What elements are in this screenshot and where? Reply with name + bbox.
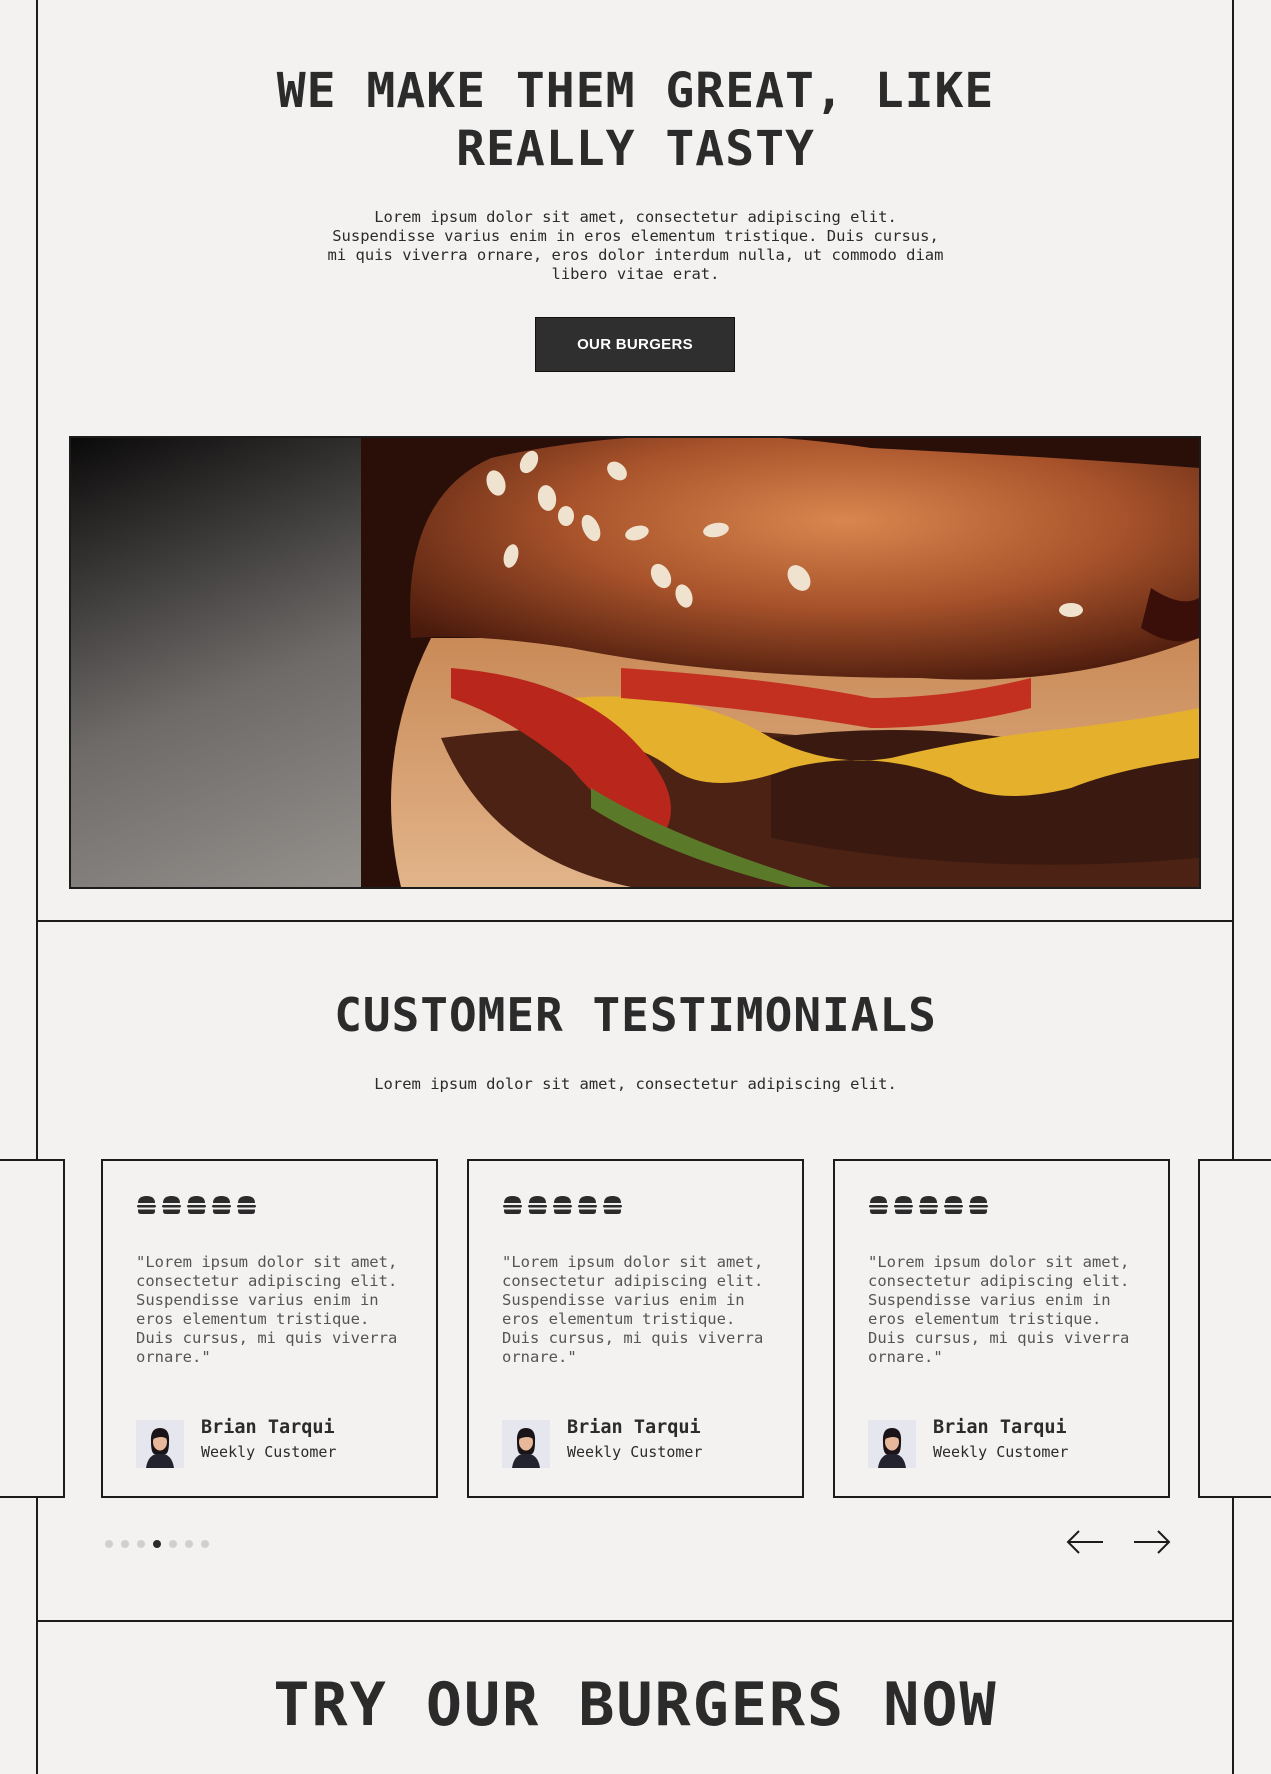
burger-rating-icon [211,1194,232,1216]
testimonial-card: "Lorem ipsum dolor sit amet, consectetur… [833,1159,1170,1498]
testimonial-quote: "Lorem ipsum dolor sit amet, consectetur… [868,1253,1130,1366]
hero-title-line2: REALLY TASTY [456,121,815,177]
customer-role: Weekly Customer [933,1443,1069,1461]
section-divider [36,1620,1234,1622]
cta-title: TRY OUR BURGERS NOW [273,1670,998,1740]
testimonial-card-partial-right [1198,1159,1271,1498]
burger-rating-icon [968,1194,989,1216]
customer-name: Brian Tarqui [201,1417,335,1438]
carousel-pagination [105,1540,209,1548]
rating-stars [502,1194,623,1216]
burger-rating-icon [136,1194,157,1216]
our-burgers-button[interactable]: OUR BURGERS [535,317,735,372]
rating-stars [868,1194,989,1216]
burger-rating-icon [186,1194,207,1216]
customer-name: Brian Tarqui [567,1417,701,1438]
burger-rating-icon [161,1194,182,1216]
testimonials-subtitle: Lorem ipsum dolor sit amet, consectetur … [374,1075,897,1093]
arrow-right-icon[interactable] [1132,1527,1172,1557]
pagination-dot[interactable] [105,1540,113,1548]
pagination-dot[interactable] [201,1540,209,1548]
customer-role: Weekly Customer [567,1443,703,1461]
customer-name: Brian Tarqui [933,1417,1067,1438]
testimonial-quote: "Lorem ipsum dolor sit amet, consectetur… [136,1253,398,1366]
testimonials-title: CUSTOMER TESTIMONIALS [334,988,937,1042]
testimonial-card-partial-left [0,1159,65,1498]
burger-rating-icon [236,1194,257,1216]
burger-rating-icon [602,1194,623,1216]
testimonial-quote: "Lorem ipsum dolor sit amet, consectetur… [502,1253,764,1366]
pagination-dot[interactable] [169,1540,177,1548]
burger-rating-icon [943,1194,964,1216]
section-divider [36,920,1234,922]
burger-rating-icon [918,1194,939,1216]
burger-rating-icon [577,1194,598,1216]
rating-stars [136,1194,257,1216]
pagination-dot[interactable] [153,1540,161,1548]
arrow-left-icon[interactable] [1065,1527,1105,1557]
testimonial-card: "Lorem ipsum dolor sit amet, consectetur… [101,1159,438,1498]
hero-title-line1: WE MAKE THEM GREAT, LIKE [276,63,995,119]
pagination-dot[interactable] [137,1540,145,1548]
hero-description: Lorem ipsum dolor sit amet, consectetur … [327,208,944,283]
burger-rating-icon [527,1194,548,1216]
burger-rating-icon [552,1194,573,1216]
hero-burger-image [69,436,1201,889]
burger-rating-icon [868,1194,889,1216]
testimonial-card: "Lorem ipsum dolor sit amet, consectetur… [467,1159,804,1498]
burger-rating-icon [893,1194,914,1216]
burger-rating-icon [502,1194,523,1216]
hero-title: WE MAKE THEM GREAT, LIKE REALLY TASTY [0,62,1271,178]
pagination-dot[interactable] [121,1540,129,1548]
customer-role: Weekly Customer [201,1443,337,1461]
avatar [136,1420,184,1468]
avatar [502,1420,550,1468]
pagination-dot[interactable] [185,1540,193,1548]
avatar [868,1420,916,1468]
